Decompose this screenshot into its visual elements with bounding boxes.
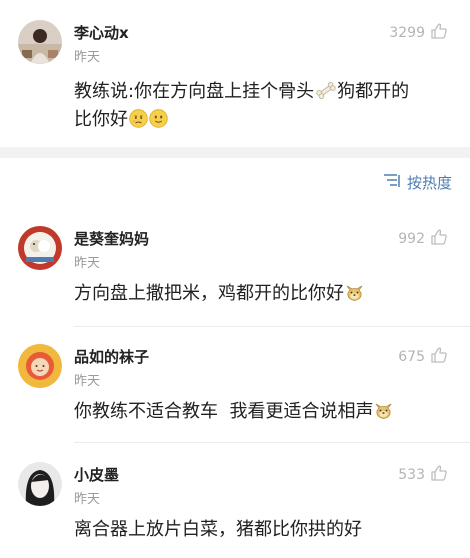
thumbs-up-icon [430, 346, 448, 368]
thumbs-up-icon [430, 22, 448, 44]
like-count: 992 [398, 231, 425, 247]
username[interactable]: 小皮墨 [74, 464, 119, 485]
section-divider [0, 147, 470, 158]
like-count: 533 [398, 467, 425, 483]
username[interactable]: 是葵奎妈妈 [74, 228, 149, 249]
like-count: 3299 [389, 25, 425, 41]
row-divider [74, 442, 470, 443]
timestamp: 昨天 [74, 374, 101, 389]
sad-face-emoji-icon [129, 109, 148, 128]
comment-text: 离合器上放片白菜，猪都比你拱的好 [74, 516, 362, 544]
sort-lines-icon [383, 173, 401, 193]
username[interactable]: 李心动x [74, 22, 129, 43]
comment-item: 小皮墨 昨天 533 离合器上放片白菜，猪都比你拱的好 [0, 448, 470, 558]
thumbs-up-icon [430, 228, 448, 250]
sort-by-hot-button[interactable]: 按热度 [383, 172, 452, 193]
comment-text-part: 方向盘上撒把米，鸡都开的比你好 [74, 283, 344, 304]
comment-text: 你教练不适合教车 我看更适合说相声 [74, 398, 393, 426]
comment-text-part: 教练说:你在方向盘上挂个骨头 [74, 81, 315, 102]
smile-face-emoji-icon [149, 109, 168, 128]
timestamp: 昨天 [74, 50, 101, 65]
avatar[interactable] [18, 226, 62, 270]
avatar[interactable] [18, 344, 62, 388]
thumbs-up-icon [430, 464, 448, 486]
comment-text-part: 你教练不适合教车 我看更适合说相声 [74, 401, 374, 422]
sort-label: 按热度 [406, 174, 452, 192]
like-button[interactable]: 992 [398, 228, 448, 250]
like-button[interactable]: 3299 [389, 22, 448, 44]
comment-text-part: 比你好 [74, 109, 128, 130]
username[interactable]: 品如的袜子 [74, 346, 149, 367]
bone-emoji-icon [315, 81, 337, 100]
like-count: 675 [398, 349, 425, 365]
row-divider [74, 326, 470, 327]
avatar[interactable] [18, 462, 62, 506]
comment-text-part: 离合器上放片白菜，猪都比你拱的好 [74, 519, 362, 540]
doge-emoji-icon [374, 401, 393, 420]
comment-item: 品如的袜子 昨天 675 你教练不适合教车 我看更适合说相声 [0, 330, 470, 445]
timestamp: 昨天 [74, 256, 101, 271]
timestamp: 昨天 [74, 492, 101, 507]
comment-item: 是葵奎妈妈 昨天 992 方向盘上撒把米，鸡都开的比你好 [0, 212, 470, 327]
comment-text-part: 狗都开的 [337, 81, 410, 102]
like-button[interactable]: 533 [398, 464, 448, 486]
avatar[interactable] [18, 20, 62, 64]
like-button[interactable]: 675 [398, 346, 448, 368]
doge-emoji-icon [345, 283, 364, 302]
comment-text: 方向盘上撒把米，鸡都开的比你好 [74, 280, 364, 308]
top-comment: 李心动x 昨天 3299 教练说:你在方向盘上挂个骨头 狗都开的 比你好 [0, 0, 470, 147]
comment-text: 教练说:你在方向盘上挂个骨头 狗都开的 比你好 [74, 78, 409, 134]
